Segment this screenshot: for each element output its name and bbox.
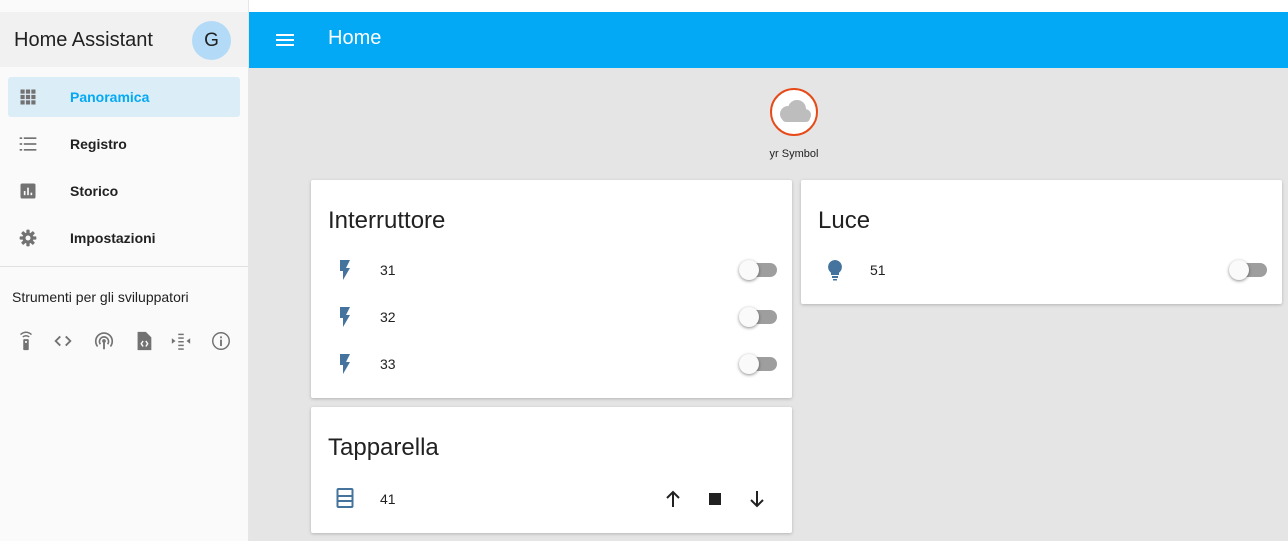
sidebar-item-label: Registro: [70, 136, 127, 152]
entity-name[interactable]: 51: [870, 262, 886, 278]
chart-icon: [20, 183, 36, 199]
stop-icon[interactable]: [703, 487, 727, 511]
entity-name[interactable]: 32: [380, 309, 396, 325]
sidebar-item-impostazioni[interactable]: Impostazioni: [8, 218, 240, 258]
sidebar-header: Home Assistant G: [0, 12, 248, 67]
lightbulb-icon: [828, 260, 842, 281]
main-content: yr Symbol Interruttore 31 32 33 Tapparel…: [249, 68, 1288, 541]
card-title: Luce: [818, 207, 871, 234]
switch-toggle[interactable]: [739, 354, 777, 374]
card-interruttore: Interruttore 31 32 33: [311, 180, 792, 398]
card-luce: Luce 51: [801, 180, 1282, 304]
info-icon[interactable]: [210, 330, 232, 352]
avatar[interactable]: G: [192, 21, 231, 60]
arrow-up-icon[interactable]: [661, 487, 685, 511]
page-title: Home: [328, 27, 382, 49]
sidebar-item-registro[interactable]: Registro: [8, 124, 240, 164]
sidebar-item-label: Panoramica: [70, 89, 150, 105]
code-tags-icon[interactable]: [52, 330, 74, 352]
file-code-icon[interactable]: [133, 330, 155, 352]
arrow-down-icon[interactable]: [745, 487, 769, 511]
switch-toggle[interactable]: [739, 307, 777, 327]
sidebar-item-label: Storico: [70, 183, 119, 199]
sidebar-item-label: Impostazioni: [70, 230, 156, 246]
entity-name[interactable]: 31: [380, 262, 396, 278]
weather-label: yr Symbol: [769, 148, 819, 160]
entity-name[interactable]: 41: [380, 491, 396, 507]
app-title: Home Assistant: [14, 29, 153, 51]
flash-icon: [340, 354, 350, 374]
menu-icon[interactable]: [273, 28, 297, 52]
dev-tools-title: Strumenti per gli sviluppatori: [12, 289, 189, 305]
entity-name[interactable]: 33: [380, 356, 396, 372]
sidebar-item-panoramica[interactable]: Panoramica: [8, 77, 240, 117]
switch-toggle[interactable]: [739, 260, 777, 280]
switch-toggle[interactable]: [1229, 260, 1267, 280]
window-shutter-icon: [336, 488, 354, 508]
sidebar: Home Assistant G Panoramica Registro Sto…: [0, 0, 249, 541]
sidebar-item-storico[interactable]: Storico: [8, 171, 240, 211]
flash-icon: [340, 260, 350, 280]
cloud-icon: [780, 100, 811, 122]
sidebar-divider: [0, 266, 248, 267]
weather-badge[interactable]: [770, 88, 818, 136]
format-indent-icon[interactable]: [170, 330, 192, 352]
grid-icon: [20, 89, 36, 105]
list-icon: [19, 137, 37, 151]
access-point-icon[interactable]: [93, 330, 115, 352]
gear-icon: [19, 229, 37, 247]
flash-icon: [340, 307, 350, 327]
card-title: Interruttore: [328, 207, 446, 234]
card-tapparella: Tapparella 41: [311, 407, 792, 533]
card-title: Tapparella: [328, 434, 439, 461]
top-app-bar: Home: [249, 12, 1288, 68]
remote-icon[interactable]: [15, 330, 37, 352]
